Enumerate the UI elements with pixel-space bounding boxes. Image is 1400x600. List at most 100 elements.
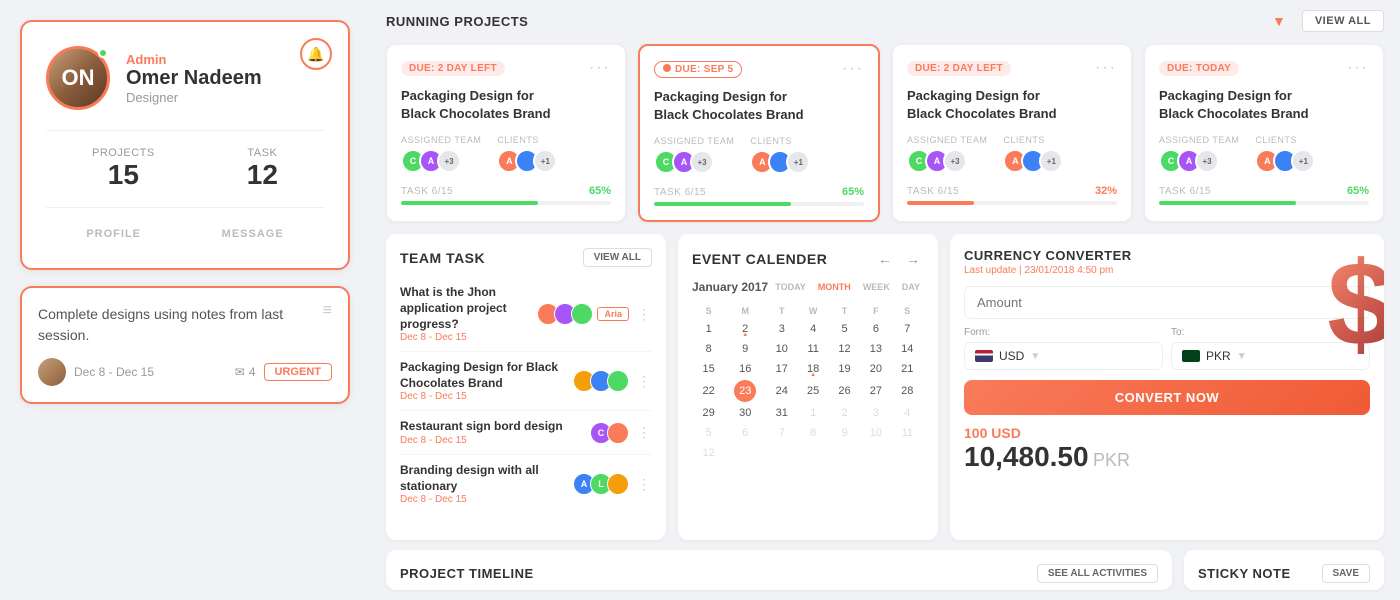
list-item: Packaging Design for Black Chocolates Br… xyxy=(400,352,652,411)
cal-day[interactable]: 5 xyxy=(694,424,723,442)
cal-day[interactable]: 10 xyxy=(767,340,796,358)
cal-day[interactable]: 1 xyxy=(798,404,827,422)
card-menu-3[interactable]: ··· xyxy=(1095,59,1117,77)
task-item-date: Dec 8 - Dec 15 xyxy=(400,494,565,505)
project-card-1: DUE: 2 DAY LEFT ··· Packaging Design for… xyxy=(386,44,626,222)
cal-day[interactable]: 19 xyxy=(830,360,859,378)
cal-day[interactable]: 14 xyxy=(893,340,922,358)
result-currency: PKR xyxy=(1093,450,1130,470)
cal-day[interactable]: 10 xyxy=(861,424,890,442)
profile-role: Admin xyxy=(126,52,262,67)
card-menu-1[interactable]: ··· xyxy=(589,59,611,77)
cal-day[interactable]: 22 xyxy=(694,380,723,402)
cal-day[interactable]: 12 xyxy=(830,340,859,358)
cal-day[interactable]: 5 xyxy=(830,320,859,338)
cal-day[interactable]: 11 xyxy=(798,340,827,358)
cal-day[interactable]: 27 xyxy=(861,380,890,402)
cal-day[interactable]: 24 xyxy=(767,380,796,402)
amount-input[interactable] xyxy=(964,286,1370,319)
cal-day[interactable]: 8 xyxy=(694,340,723,358)
cal-day[interactable]: 4 xyxy=(798,320,827,338)
cal-day[interactable]: 8 xyxy=(798,424,827,442)
task-item-menu[interactable]: ⋮ xyxy=(637,476,652,493)
project-name-3: Packaging Design forBlack Chocolates Bra… xyxy=(907,87,1117,123)
cal-day[interactable]: 4 xyxy=(893,404,922,422)
task-item-name: Packaging Design for Black Chocolates Br… xyxy=(400,360,565,391)
cal-day[interactable]: 12 xyxy=(694,444,723,462)
cal-day[interactable]: 1 xyxy=(694,320,723,338)
cal-day[interactable]: 20 xyxy=(861,360,890,378)
profile-card: 🔔 ON Admin Omer Nadeem Designer Projects… xyxy=(20,20,350,270)
list-item: What is the Jhon application project pro… xyxy=(400,277,652,352)
convert-now-button[interactable]: CONVERT NOW xyxy=(964,380,1370,415)
calendar-today-btn[interactable]: TODAY xyxy=(771,280,810,294)
project-timeline-panel: PROJECT TIMELINE SEE ALL ACTIVITIES xyxy=(386,550,1172,590)
calendar-grid: SMTWTFS 1 2 3 4 5 6 7 8 9 xyxy=(692,302,924,464)
cal-day[interactable]: 16 xyxy=(725,360,765,378)
currency-update: Last update | 23/01/2018 4:50 pm xyxy=(964,265,1370,276)
cal-day[interactable]: 11 xyxy=(893,424,922,442)
message-button[interactable]: MESSAGE xyxy=(214,224,292,244)
cal-day[interactable]: 2 xyxy=(725,320,765,338)
cal-day[interactable]: 9 xyxy=(830,424,859,442)
cal-day[interactable]: 17 xyxy=(767,360,796,378)
task-item-menu[interactable]: ⋮ xyxy=(637,306,652,323)
from-currency-select[interactable]: USD ▼ xyxy=(964,342,1163,370)
cal-day[interactable]: 23 xyxy=(725,380,765,402)
cal-day[interactable]: 6 xyxy=(861,320,890,338)
currency-from: Form: USD ▼ xyxy=(964,327,1163,370)
list-item: Restaurant sign bord design Dec 8 - Dec … xyxy=(400,411,652,455)
project-card-3: DUE: 2 DAY LEFT ··· Packaging Design for… xyxy=(892,44,1132,222)
cal-day[interactable]: 3 xyxy=(767,320,796,338)
cal-day[interactable]: 2 xyxy=(830,404,859,422)
cal-day[interactable]: 30 xyxy=(725,404,765,422)
project-name-2: Packaging Design forBlack Chocolates Bra… xyxy=(654,88,864,124)
filter-icon[interactable]: ▼ xyxy=(1272,13,1286,29)
cal-day[interactable]: 3 xyxy=(861,404,890,422)
online-dot xyxy=(98,48,108,58)
cal-day[interactable]: 13 xyxy=(861,340,890,358)
cal-day[interactable]: 29 xyxy=(694,404,723,422)
calendar-month-btn[interactable]: MONTH xyxy=(814,280,855,294)
notification-bell[interactable]: 🔔 xyxy=(300,38,332,70)
see-all-activities-button[interactable]: SEE ALL ACTIVITIES xyxy=(1037,564,1158,583)
cal-day[interactable]: 21 xyxy=(893,360,922,378)
cal-day[interactable]: 31 xyxy=(767,404,796,422)
calendar-day-btn[interactable]: DAY xyxy=(898,280,924,294)
task-avatar xyxy=(38,358,66,386)
cal-day[interactable]: 6 xyxy=(725,424,765,442)
profile-button[interactable]: PROFILE xyxy=(78,224,149,244)
team-task-panel: TEAM TASK VIEW ALL What is the Jhon appl… xyxy=(386,234,666,540)
urgent-badge: URGENT xyxy=(264,363,332,381)
calendar-week-btn[interactable]: WEEK xyxy=(859,280,894,294)
card-menu-4[interactable]: ··· xyxy=(1347,59,1369,77)
projects-stat: Projects 15 xyxy=(92,147,155,191)
cal-day[interactable]: 18 xyxy=(798,360,827,378)
card-menu-2[interactable]: ··· xyxy=(842,60,864,78)
calendar-prev-button[interactable]: ← xyxy=(874,248,896,270)
cal-day[interactable]: 26 xyxy=(830,380,859,402)
task-item-menu[interactable]: ⋮ xyxy=(637,373,652,390)
to-currency-code: PKR xyxy=(1206,349,1231,363)
save-sticky-button[interactable]: SAVE xyxy=(1322,564,1371,583)
cal-day[interactable]: 7 xyxy=(767,424,796,442)
task-text: Complete designs using notes from last s… xyxy=(38,304,332,346)
list-item: Branding design with all stationary Dec … xyxy=(400,455,652,513)
cal-day[interactable]: 9 xyxy=(725,340,765,358)
calendar-next-button[interactable]: → xyxy=(902,248,924,270)
task-menu-icon[interactable]: ≡ xyxy=(323,302,332,320)
from-currency-code: USD xyxy=(999,349,1024,363)
cal-day[interactable]: 7 xyxy=(893,320,922,338)
task-item-menu[interactable]: ⋮ xyxy=(637,424,652,441)
view-all-tasks-button[interactable]: VIEW ALL xyxy=(583,248,652,267)
us-flag xyxy=(975,350,993,362)
cal-day[interactable]: 15 xyxy=(694,360,723,378)
task-avatar xyxy=(607,473,629,495)
cal-day[interactable]: 28 xyxy=(893,380,922,402)
cal-day[interactable]: 25 xyxy=(798,380,827,402)
profile-title: Designer xyxy=(126,90,262,105)
task-avatar xyxy=(571,303,593,325)
view-all-projects-button[interactable]: VIEW ALL xyxy=(1302,10,1384,32)
due-badge-1: DUE: 2 DAY LEFT xyxy=(401,61,505,76)
currency-converter-panel: CURRENCY CONVERTER Last update | 23/01/2… xyxy=(950,234,1384,540)
